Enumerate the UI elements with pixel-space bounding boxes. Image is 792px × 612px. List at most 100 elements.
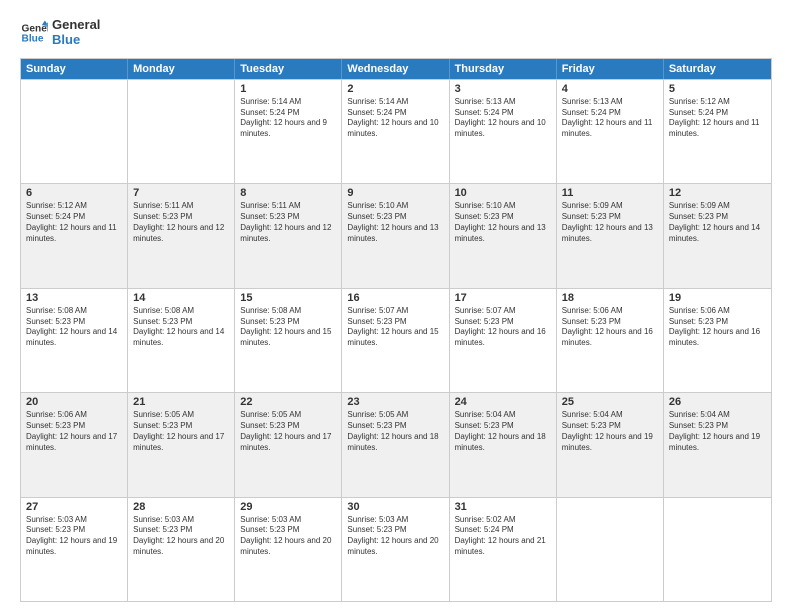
logo-blue: Blue — [52, 33, 100, 48]
day-info: Sunrise: 5:11 AM Sunset: 5:23 PM Dayligh… — [133, 201, 229, 244]
day-info: Sunrise: 5:06 AM Sunset: 5:23 PM Dayligh… — [562, 306, 658, 349]
day-number: 13 — [26, 292, 122, 304]
calendar-day-cell: 2Sunrise: 5:14 AM Sunset: 5:24 PM Daylig… — [342, 80, 449, 183]
day-number: 21 — [133, 396, 229, 408]
weekday-header: Thursday — [450, 59, 557, 79]
calendar-day-cell: 31 Sunrise: 5:02 AM Sunset: 5:24 PM Dayli… — [450, 498, 557, 601]
day-info: Sunrise: 5:06 AM Sunset: 5:23 PM Dayligh… — [669, 306, 766, 349]
day-number: 1 — [240, 83, 336, 95]
calendar-day-cell: 23Sunrise: 5:05 AM Sunset: 5:23 PM Dayli… — [342, 393, 449, 496]
day-number: 24 — [455, 396, 551, 408]
calendar-day-cell: 25 Sunrise: 5:04 AM Sunset: 5:23 PM Dayli… — [557, 393, 664, 496]
day-info: Sunrise: 5:08 AM Sunset: 5:23 PM Dayligh… — [240, 306, 336, 349]
day-number: 29 — [240, 501, 336, 513]
calendar-row: 13 Sunrise: 5:08 AM Sunset: 5:23 PM Dayli… — [21, 288, 771, 392]
day-number: 26 — [669, 396, 766, 408]
day-info: Sunrise: 5:04 AM Sunset: 5:23 PM Dayligh… — [455, 410, 551, 453]
weekday-header: Wednesday — [342, 59, 449, 79]
calendar-day-cell: 27Sunrise: 5:03 AM Sunset: 5:23 PM Dayli… — [21, 498, 128, 601]
day-info: Sunrise: 5:14 AM Sunset: 5:24 PM Dayligh… — [240, 97, 336, 140]
calendar-day-cell: 10Sunrise: 5:10 AM Sunset: 5:23 PM Dayli… — [450, 184, 557, 287]
day-info: Sunrise: 5:04 AM Sunset: 5:23 PM Dayligh… — [669, 410, 766, 453]
day-info: Sunrise: 5:12 AM Sunset: 5:24 PM Dayligh… — [26, 201, 122, 244]
calendar-day-cell: 16 Sunrise: 5:07 AM Sunset: 5:23 PM Dayli… — [342, 289, 449, 392]
calendar-body: 1 Sunrise: 5:14 AM Sunset: 5:24 PM Daylig… — [21, 79, 771, 601]
day-number: 4 — [562, 83, 658, 95]
day-info: Sunrise: 5:03 AM Sunset: 5:23 PM Dayligh… — [240, 515, 336, 558]
day-number: 6 — [26, 187, 122, 199]
day-number: 5 — [669, 83, 766, 95]
day-info: Sunrise: 5:13 AM Sunset: 5:24 PM Dayligh… — [455, 97, 551, 140]
calendar-day-cell: 17Sunrise: 5:07 AM Sunset: 5:23 PM Dayli… — [450, 289, 557, 392]
day-info: Sunrise: 5:02 AM Sunset: 5:24 PM Dayligh… — [455, 515, 551, 558]
calendar-day-cell: 29 Sunrise: 5:03 AM Sunset: 5:23 PM Dayli… — [235, 498, 342, 601]
day-number: 9 — [347, 187, 443, 199]
day-number: 12 — [669, 187, 766, 199]
weekday-header: Monday — [128, 59, 235, 79]
day-info: Sunrise: 5:11 AM Sunset: 5:23 PM Dayligh… — [240, 201, 336, 244]
day-info: Sunrise: 5:08 AM Sunset: 5:23 PM Dayligh… — [26, 306, 122, 349]
day-number: 3 — [455, 83, 551, 95]
calendar-day-cell: 7 Sunrise: 5:11 AM Sunset: 5:23 PM Daylig… — [128, 184, 235, 287]
calendar-day-cell: 18 Sunrise: 5:06 AM Sunset: 5:23 PM Dayli… — [557, 289, 664, 392]
calendar-day-cell: 20Sunrise: 5:06 AM Sunset: 5:23 PM Dayli… — [21, 393, 128, 496]
calendar-day-cell: 22 Sunrise: 5:05 AM Sunset: 5:23 PM Dayli… — [235, 393, 342, 496]
calendar-day-cell: 30 Sunrise: 5:03 AM Sunset: 5:23 PM Dayli… — [342, 498, 449, 601]
calendar-day-cell: 11 Sunrise: 5:09 AM Sunset: 5:23 PM Dayli… — [557, 184, 664, 287]
logo-general: General — [52, 18, 100, 33]
day-number: 31 — [455, 501, 551, 513]
calendar-day-cell: 1 Sunrise: 5:14 AM Sunset: 5:24 PM Daylig… — [235, 80, 342, 183]
day-info: Sunrise: 5:05 AM Sunset: 5:23 PM Dayligh… — [347, 410, 443, 453]
day-info: Sunrise: 5:09 AM Sunset: 5:23 PM Dayligh… — [562, 201, 658, 244]
day-number: 15 — [240, 292, 336, 304]
calendar-empty-cell — [557, 498, 664, 601]
weekday-header: Sunday — [21, 59, 128, 79]
day-info: Sunrise: 5:03 AM Sunset: 5:23 PM Dayligh… — [347, 515, 443, 558]
calendar-row: 1 Sunrise: 5:14 AM Sunset: 5:24 PM Daylig… — [21, 79, 771, 183]
calendar-day-cell: 28 Sunrise: 5:03 AM Sunset: 5:23 PM Dayli… — [128, 498, 235, 601]
logo: General Blue General Blue — [20, 18, 100, 48]
day-number: 25 — [562, 396, 658, 408]
day-info: Sunrise: 5:04 AM Sunset: 5:23 PM Dayligh… — [562, 410, 658, 453]
calendar-empty-cell — [128, 80, 235, 183]
day-info: Sunrise: 5:08 AM Sunset: 5:23 PM Dayligh… — [133, 306, 229, 349]
day-number: 8 — [240, 187, 336, 199]
calendar-day-cell: 8 Sunrise: 5:11 AM Sunset: 5:23 PM Daylig… — [235, 184, 342, 287]
day-number: 16 — [347, 292, 443, 304]
day-number: 19 — [669, 292, 766, 304]
day-number: 17 — [455, 292, 551, 304]
calendar-day-cell: 5 Sunrise: 5:12 AM Sunset: 5:24 PM Daylig… — [664, 80, 771, 183]
day-number: 28 — [133, 501, 229, 513]
calendar-day-cell: 4Sunrise: 5:13 AM Sunset: 5:24 PM Daylig… — [557, 80, 664, 183]
day-number: 20 — [26, 396, 122, 408]
day-info: Sunrise: 5:07 AM Sunset: 5:23 PM Dayligh… — [347, 306, 443, 349]
day-info: Sunrise: 5:03 AM Sunset: 5:23 PM Dayligh… — [133, 515, 229, 558]
day-info: Sunrise: 5:09 AM Sunset: 5:23 PM Dayligh… — [669, 201, 766, 244]
day-number: 18 — [562, 292, 658, 304]
header: General Blue General Blue — [20, 18, 772, 48]
calendar-day-cell: 21 Sunrise: 5:05 AM Sunset: 5:23 PM Dayli… — [128, 393, 235, 496]
day-info: Sunrise: 5:05 AM Sunset: 5:23 PM Dayligh… — [133, 410, 229, 453]
calendar-empty-cell — [21, 80, 128, 183]
day-info: Sunrise: 5:12 AM Sunset: 5:24 PM Dayligh… — [669, 97, 766, 140]
calendar-day-cell: 12 Sunrise: 5:09 AM Sunset: 5:23 PM Dayli… — [664, 184, 771, 287]
calendar: SundayMondayTuesdayWednesdayThursdayFrid… — [20, 58, 772, 602]
calendar-header: SundayMondayTuesdayWednesdayThursdayFrid… — [21, 59, 771, 79]
logo-icon: General Blue — [20, 19, 48, 47]
calendar-row: 20Sunrise: 5:06 AM Sunset: 5:23 PM Dayli… — [21, 392, 771, 496]
day-number: 11 — [562, 187, 658, 199]
day-number: 22 — [240, 396, 336, 408]
day-info: Sunrise: 5:05 AM Sunset: 5:23 PM Dayligh… — [240, 410, 336, 453]
day-info: Sunrise: 5:14 AM Sunset: 5:24 PM Dayligh… — [347, 97, 443, 140]
day-number: 7 — [133, 187, 229, 199]
calendar-day-cell: 26 Sunrise: 5:04 AM Sunset: 5:23 PM Dayli… — [664, 393, 771, 496]
calendar-day-cell: 6 Sunrise: 5:12 AM Sunset: 5:24 PM Daylig… — [21, 184, 128, 287]
day-number: 10 — [455, 187, 551, 199]
calendar-day-cell: 3 Sunrise: 5:13 AM Sunset: 5:24 PM Daylig… — [450, 80, 557, 183]
weekday-header: Friday — [557, 59, 664, 79]
calendar-day-cell: 19 Sunrise: 5:06 AM Sunset: 5:23 PM Dayli… — [664, 289, 771, 392]
weekday-header: Tuesday — [235, 59, 342, 79]
calendar-empty-cell — [664, 498, 771, 601]
day-number: 30 — [347, 501, 443, 513]
page: General Blue General Blue SundayMondayTu… — [0, 0, 792, 612]
